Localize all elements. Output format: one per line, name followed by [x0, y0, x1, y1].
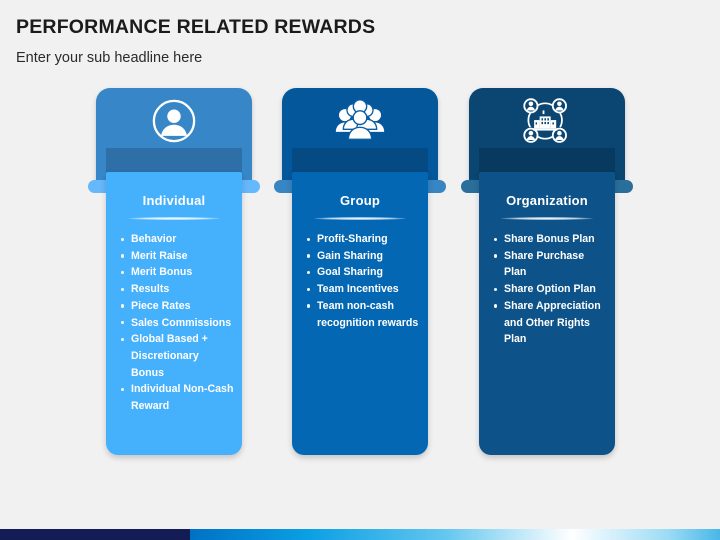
list-item: Share Bonus Plan	[493, 231, 607, 248]
title-divider	[128, 217, 220, 220]
list-item: Individual Non-Cash Reward	[120, 381, 234, 414]
rewards-columns: Individual Behavior Merit Raise Merit Bo…	[0, 0, 720, 540]
list-item: Goal Sharing	[306, 264, 420, 281]
column-organization[interactable]: Organization Share Bonus Plan Share Purc…	[461, 88, 633, 463]
list-item: Piece Rates	[120, 298, 234, 315]
column-title-individual: Individual	[142, 193, 206, 208]
slide-canvas: PERFORMANCE RELATED REWARDS Enter your s…	[0, 0, 720, 540]
list-item: Merit Bonus	[120, 264, 234, 281]
title-divider	[314, 217, 406, 220]
list-item: Profit-Sharing	[306, 231, 420, 248]
column-group[interactable]: Group Profit-Sharing Gain Sharing Goal S…	[274, 88, 446, 463]
list-item: Team non-cash recognition rewards	[306, 298, 420, 331]
column-ribbon-group: Group Profit-Sharing Gain Sharing Goal S…	[292, 172, 428, 455]
footer-gradient-segment	[190, 529, 720, 540]
column-title-group: Group	[340, 193, 380, 208]
column-ribbon-organization: Organization Share Bonus Plan Share Purc…	[479, 172, 615, 455]
list-item: Results	[120, 281, 234, 298]
list-item: Share Purchase Plan	[493, 248, 607, 281]
list-item: Sales Commissions	[120, 315, 234, 332]
list-item: Share Option Plan	[493, 281, 607, 298]
list-item: Gain Sharing	[306, 248, 420, 265]
list-item: Merit Raise	[120, 248, 234, 265]
column-title-organization: Organization	[506, 193, 588, 208]
reward-list-organization: Share Bonus Plan Share Purchase Plan Sha…	[479, 231, 615, 348]
title-divider	[501, 217, 593, 220]
footer-accent-bar	[0, 529, 720, 540]
list-item: Team Incentives	[306, 281, 420, 298]
footer-navy-segment	[0, 529, 190, 540]
column-individual[interactable]: Individual Behavior Merit Raise Merit Bo…	[88, 88, 260, 463]
reward-list-group: Profit-Sharing Gain Sharing Goal Sharing…	[292, 231, 428, 331]
list-item: Global Based + Discretionary Bonus	[120, 331, 234, 381]
list-item: Share Appreciation and Other Rights Plan	[493, 298, 607, 348]
column-ribbon-individual: Individual Behavior Merit Raise Merit Bo…	[106, 172, 242, 455]
reward-list-individual: Behavior Merit Raise Merit Bonus Results…	[106, 231, 242, 415]
list-item: Behavior	[120, 231, 234, 248]
